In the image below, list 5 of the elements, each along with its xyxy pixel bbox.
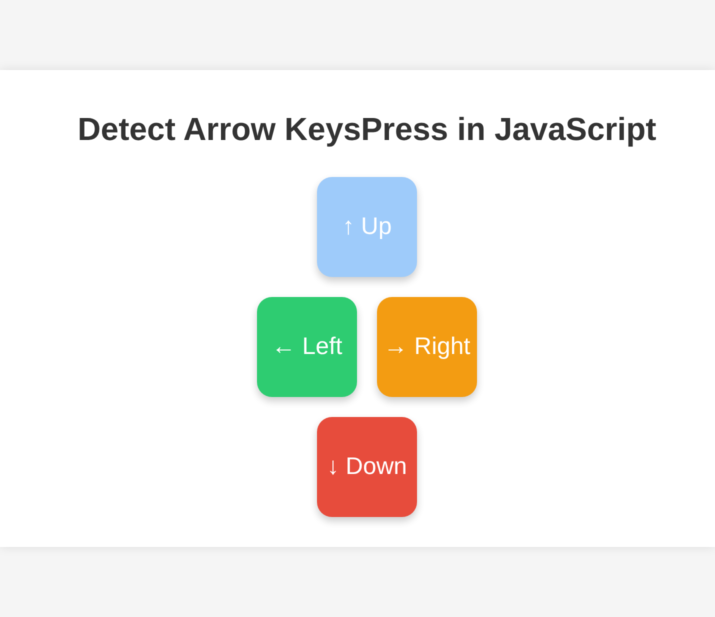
arrow-key: ← Left	[257, 297, 357, 397]
arrow-key: ↑ Up	[317, 177, 417, 277]
arrow-key: ↓ Down	[317, 417, 417, 517]
page-title: Detect Arrow KeysPress in JavaScript	[78, 111, 656, 148]
arrow-key: → Right	[377, 297, 477, 397]
